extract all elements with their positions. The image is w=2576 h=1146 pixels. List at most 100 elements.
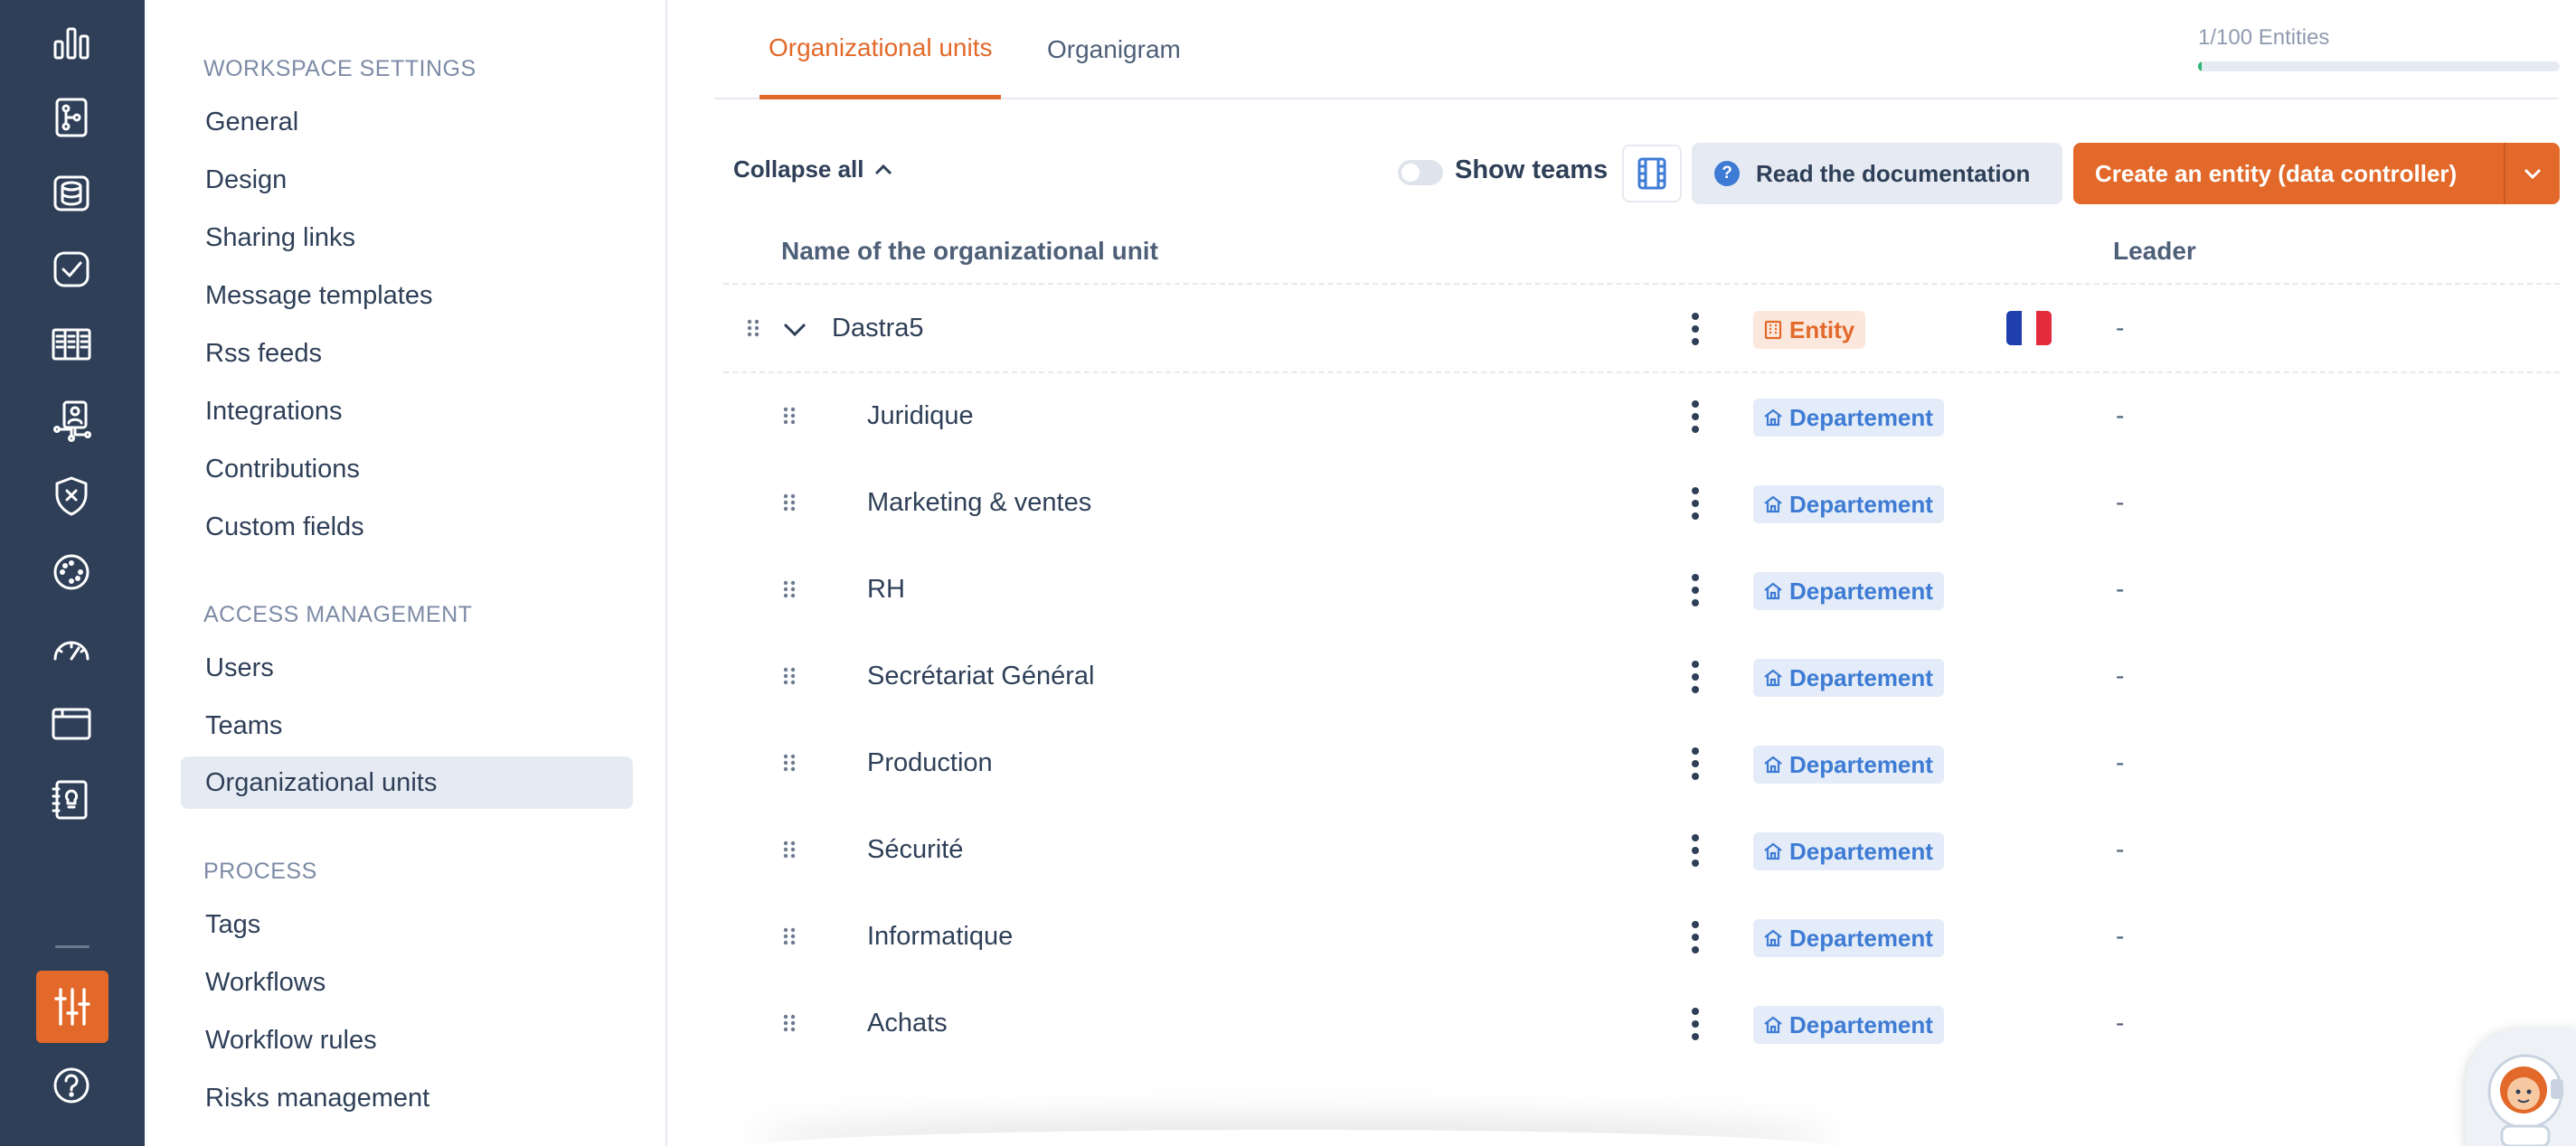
nav-section-title: WORKSPACE SETTINGS [203,56,477,81]
read-documentation-button[interactable]: ? Read the documentation [1692,143,2062,204]
database-icon[interactable] [45,167,98,220]
create-entity-dropdown-button[interactable] [2504,143,2560,204]
nav-item-contributions[interactable]: Contributions [181,443,633,495]
collapse-row-chevron-icon[interactable] [781,315,808,343]
nav-item-rss-feeds[interactable]: Rss feeds [181,327,633,380]
nav-item-workflows[interactable]: Workflows [181,956,633,1009]
nav-item-design[interactable]: Design [181,154,633,206]
security-incident-icon[interactable] [45,470,98,522]
table-row[interactable]: Achats Departement - [723,980,2560,1066]
create-entity-button[interactable]: Create an entity (data controller) [2073,143,2504,204]
nav-section-title: ACCESS MANAGEMENT [203,602,473,627]
folder-icon[interactable] [45,698,98,750]
nav-item-integrations[interactable]: Integrations [181,385,633,437]
entity-quota-fill [2198,61,2202,71]
row-menu-icon[interactable] [1682,915,1709,960]
nav-item-message-templates[interactable]: Message templates [181,269,633,322]
registry-icon[interactable] [45,318,98,371]
drag-handle-icon[interactable] [781,546,797,633]
row-menu-icon[interactable] [1682,828,1709,873]
table-row[interactable]: Dastra5 Entity - [723,285,2560,371]
show-teams-toggle[interactable] [1398,160,1443,185]
unit-name: Dastra5 [832,313,924,343]
entity-type-label: Entity [1789,315,1855,343]
table-row[interactable]: Juridique Departement - [723,372,2560,459]
assistant-avatar-button[interactable] [2466,1029,2576,1146]
gauge-icon[interactable] [45,622,98,674]
unit-name: Juridique [867,400,974,430]
unit-name: Production [867,747,993,777]
department-type-label: Departement [1789,663,1933,691]
unit-name: Sécurité [867,834,964,864]
department-type-label: Departement [1789,924,1933,952]
row-menu-icon[interactable] [1682,654,1709,700]
row-menu-icon[interactable] [1682,306,1709,352]
toggle-knob [1401,164,1420,182]
department-type-badge: Departement [1753,399,1944,437]
show-teams-label: Show teams [1455,155,1609,184]
row-menu-icon[interactable] [1682,394,1709,439]
nav-item-risks-management[interactable]: Risks management [181,1072,633,1124]
leader-value: - [2116,1009,2125,1037]
leader-value: - [2116,835,2125,863]
home-icon [1764,1016,1782,1034]
data-mapping-icon[interactable] [45,91,98,144]
unit-name: Achats [867,1008,948,1038]
table-row[interactable]: Secrétariat Général Departement - [723,633,2560,719]
nav-item-users[interactable]: Users [181,642,633,694]
table-row[interactable]: Informatique Departement - [723,893,2560,980]
drag-handle-icon[interactable] [781,719,797,806]
table-row[interactable]: Marketing & ventes Departement - [723,459,2560,546]
rail-divider [55,945,90,948]
entity-quota-label: 1/100 Entities [2198,25,2330,50]
table-row[interactable]: Production Departement - [723,719,2560,806]
column-header-leader: Leader [2113,237,2196,265]
collapse-all-button[interactable]: Collapse all [733,155,895,183]
drag-handle-icon[interactable] [781,633,797,719]
nav-item-workflow-rules[interactable]: Workflow rules [181,1014,633,1066]
table-row[interactable]: RH Departement - [723,546,2560,633]
row-menu-icon[interactable] [1682,741,1709,786]
organization-icon[interactable] [45,394,98,446]
compass-icon[interactable] [45,546,98,598]
table-view-button[interactable] [1622,145,1682,202]
nav-item-sharing-links[interactable]: Sharing links [181,211,633,264]
settings-nav: WORKSPACE SETTINGS General Design Sharin… [145,0,667,1146]
home-icon [1764,495,1782,513]
nav-item-custom-fields[interactable]: Custom fields [181,501,633,553]
tab-organizational-units[interactable]: Organizational units [760,0,1002,99]
drag-handle-icon[interactable] [781,980,797,1066]
drag-handle-icon[interactable] [781,459,797,546]
table-row[interactable]: Sécurité Departement - [723,806,2560,893]
read-documentation-label: Read the documentation [1756,159,2031,187]
drag-handle-icon[interactable] [745,285,761,371]
department-type-label: Departement [1789,1010,1933,1038]
collapse-all-label: Collapse all [733,155,864,183]
drag-handle-icon[interactable] [781,372,797,459]
drag-handle-icon[interactable] [781,806,797,893]
ideas-notebook-icon[interactable] [45,774,98,826]
department-type-badge: Departement [1753,919,1944,957]
department-type-badge: Departement [1753,572,1944,610]
settings-sliders-icon[interactable] [36,971,109,1043]
nav-item-general[interactable]: General [181,96,633,148]
department-type-label: Departement [1789,577,1933,605]
france-flag-icon [2006,311,2052,345]
leader-value: - [2116,488,2125,516]
unit-name: Informatique [867,921,1014,951]
dashboard-icon[interactable] [45,15,98,68]
nav-section-title: PROCESS [203,859,317,884]
nav-item-organizational-units[interactable]: Organizational units [181,756,633,809]
row-menu-icon[interactable] [1682,1001,1709,1047]
row-menu-icon[interactable] [1682,568,1709,613]
nav-item-teams[interactable]: Teams [181,700,633,752]
home-icon [1764,582,1782,600]
drag-handle-icon[interactable] [781,893,797,980]
checklist-icon[interactable] [45,243,98,296]
department-type-badge: Departement [1753,659,1944,697]
row-menu-icon[interactable] [1682,481,1709,526]
leader-value: - [2116,314,2125,342]
help-icon[interactable] [45,1059,98,1112]
tab-organigram[interactable]: Organigram [1047,0,1181,99]
nav-item-tags[interactable]: Tags [181,898,633,951]
